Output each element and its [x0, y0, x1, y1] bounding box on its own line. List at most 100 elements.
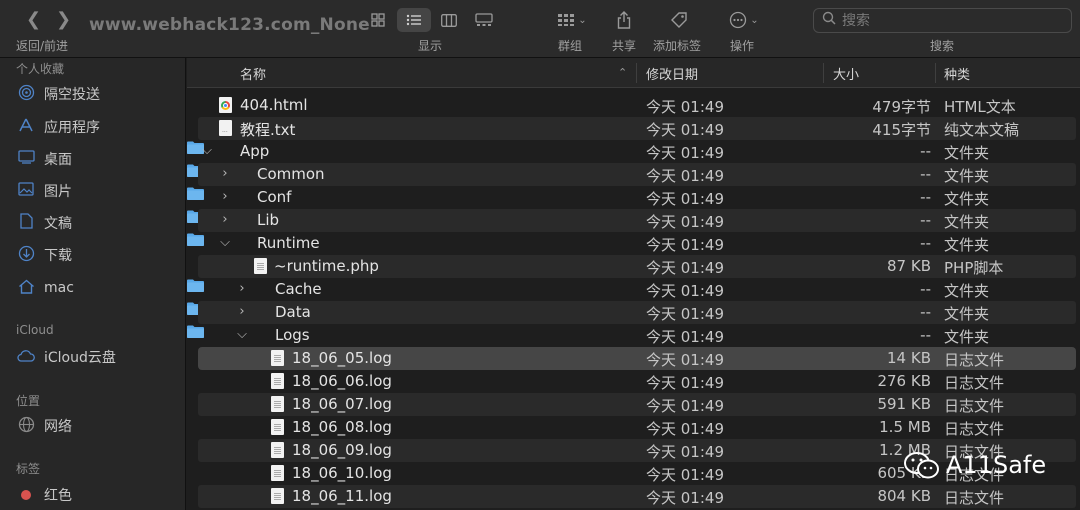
- table-row[interactable]: › Cache 今天 01:49 -- 文件夹: [187, 278, 1080, 301]
- search-input[interactable]: [842, 10, 1062, 31]
- search-box[interactable]: [813, 8, 1072, 33]
- icloud-section-title: iCloud: [16, 323, 54, 337]
- table-row[interactable]: › Data 今天 01:49 -- 文件夹: [187, 301, 1080, 324]
- table-row[interactable]: 18_06_06.log 今天 01:49 276 KB 日志文件: [187, 370, 1080, 393]
- file-date: 今天 01:49: [646, 236, 724, 254]
- column-view-button[interactable]: [437, 8, 461, 32]
- file-name: 18_06_10.log: [292, 464, 392, 482]
- column-header-date[interactable]: 修改日期: [646, 64, 698, 83]
- table-row[interactable]: › Lib 今天 01:49 -- 文件夹: [187, 209, 1080, 232]
- sidebar-item-label: 下载: [44, 248, 72, 264]
- folder-icon: [187, 325, 204, 338]
- list-header: 名称 ⌃ 修改日期 大小 种类: [187, 58, 1080, 88]
- pictures-icon: [16, 182, 36, 200]
- sidebar-item-pictures[interactable]: 图片: [16, 179, 176, 203]
- documents-icon: [16, 213, 36, 233]
- icon-view-button[interactable]: [365, 8, 391, 32]
- search-label: 搜索: [930, 39, 955, 53]
- file-name: 404.html: [240, 96, 308, 114]
- icloud-icon: [16, 348, 36, 366]
- file-size: --: [920, 303, 931, 321]
- file-list: 404.html 今天 01:49 479字节 HTML文本 ... 教程.tx…: [187, 94, 1080, 508]
- table-row[interactable]: ⌵ App 今天 01:49 -- 文件夹: [187, 140, 1080, 163]
- chevron-right-icon[interactable]: ›: [219, 189, 231, 204]
- sort-chevron-up-icon[interactable]: ⌃: [618, 66, 627, 79]
- file-date: 今天 01:49: [646, 98, 724, 116]
- chevron-down-icon[interactable]: ⌵: [201, 143, 213, 158]
- file-size: 87 KB: [887, 257, 931, 275]
- gallery-view-icon: [475, 13, 493, 26]
- column-header-kind[interactable]: 种类: [944, 64, 970, 83]
- file-name: Logs: [275, 326, 310, 344]
- file-size: 479字节: [872, 98, 931, 116]
- sidebar-item-desktop[interactable]: 桌面: [16, 147, 176, 171]
- chrome-html-file-icon: [219, 97, 232, 113]
- sidebar-item-documents[interactable]: 文稿: [16, 211, 176, 235]
- sidebar-item-tag-red[interactable]: 红色: [16, 483, 176, 507]
- table-row[interactable]: › Conf 今天 01:49 -- 文件夹: [187, 186, 1080, 209]
- file-date: 今天 01:49: [646, 489, 724, 507]
- file-size: 276 KB: [877, 372, 931, 390]
- chevron-right-icon[interactable]: ›: [236, 281, 248, 296]
- tags-section-title: 标签: [16, 462, 41, 476]
- chevron-right-icon[interactable]: ›: [236, 304, 248, 319]
- file-date: 今天 01:49: [646, 282, 724, 300]
- table-row[interactable]: 18_06_11.log 今天 01:49 804 KB 日志文件: [187, 485, 1080, 508]
- file-kind: 文件夹: [944, 190, 990, 208]
- chevron-down-icon[interactable]: ⌵: [219, 235, 231, 250]
- sidebar-item-icloud-drive[interactable]: iCloud云盘: [16, 345, 176, 369]
- table-row[interactable]: 404.html 今天 01:49 479字节 HTML文本: [187, 94, 1080, 117]
- table-row[interactable]: ⌵ Runtime 今天 01:49 -- 文件夹: [187, 232, 1080, 255]
- table-row[interactable]: 18_06_07.log 今天 01:49 591 KB 日志文件: [187, 393, 1080, 416]
- share-icon: [617, 11, 631, 29]
- table-row[interactable]: ... 教程.txt 今天 01:49 415字节 纯文本文稿: [187, 117, 1080, 140]
- action-button[interactable]: ⌄: [726, 8, 762, 32]
- sidebar-item-label: iCloud云盘: [44, 350, 116, 366]
- folder-icon: [187, 233, 204, 246]
- table-row-selected[interactable]: 18_06_05.log 今天 01:49 14 KB 日志文件: [187, 347, 1080, 370]
- file-kind: 文件夹: [944, 236, 990, 254]
- file-name: 教程.txt: [240, 121, 296, 139]
- table-row[interactable]: ⌵ Logs 今天 01:49 -- 文件夹: [187, 324, 1080, 347]
- column-header-name[interactable]: 名称: [240, 64, 266, 83]
- table-row[interactable]: › Common 今天 01:49 -- 文件夹: [187, 163, 1080, 186]
- file-kind: 文件夹: [944, 282, 990, 300]
- sidebar-item-label: 应用程序: [44, 120, 100, 136]
- add-tag-button[interactable]: [667, 8, 691, 32]
- file-kind: 文件夹: [944, 144, 990, 162]
- file-date: 今天 01:49: [646, 420, 724, 438]
- folder-icon: [187, 302, 204, 315]
- sidebar-item-downloads[interactable]: 下载: [16, 243, 176, 267]
- chevron-right-icon[interactable]: ›: [219, 166, 231, 181]
- wechat-logo-icon: [904, 452, 939, 479]
- sidebar-item-home[interactable]: mac: [16, 276, 176, 300]
- table-row[interactable]: ~runtime.php 今天 01:49 87 KB PHP脚本: [187, 255, 1080, 278]
- watermark-text: A11Safe: [946, 451, 1047, 479]
- back-arrow-icon[interactable]: ❮: [26, 9, 41, 30]
- list-view-button[interactable]: [397, 8, 431, 32]
- red-tag-dot-icon: [21, 490, 31, 500]
- sidebar-item-label: 红色: [44, 488, 72, 504]
- gallery-view-button[interactable]: [472, 8, 496, 32]
- log-file-icon: [271, 350, 284, 366]
- sidebar-item-applications[interactable]: 应用程序: [16, 115, 176, 139]
- sidebar-item-airdrop[interactable]: 隔空投送: [16, 82, 176, 106]
- forward-arrow-icon[interactable]: ❯: [56, 9, 71, 30]
- chevron-down-icon: ⌄: [578, 14, 587, 26]
- log-file-icon: [271, 419, 284, 435]
- sidebar-item-network[interactable]: 网络: [16, 414, 176, 438]
- share-button[interactable]: [612, 8, 636, 32]
- file-name: 18_06_11.log: [292, 487, 392, 505]
- grid-view-icon: [371, 13, 385, 27]
- column-header-size[interactable]: 大小: [833, 64, 859, 83]
- file-name: Conf: [257, 188, 292, 206]
- group-button[interactable]: ⌄: [554, 8, 590, 32]
- chevron-down-icon[interactable]: ⌵: [236, 327, 248, 342]
- sidebar-item-label: 图片: [44, 184, 72, 200]
- favorites-section-title: 个人收藏: [16, 62, 65, 76]
- table-row[interactable]: 18_06_08.log 今天 01:49 1.5 MB 日志文件: [187, 416, 1080, 439]
- log-file-icon: [271, 442, 284, 458]
- chevron-right-icon[interactable]: ›: [219, 212, 231, 227]
- file-name: 18_06_06.log: [292, 372, 392, 390]
- file-date: 今天 01:49: [646, 351, 724, 369]
